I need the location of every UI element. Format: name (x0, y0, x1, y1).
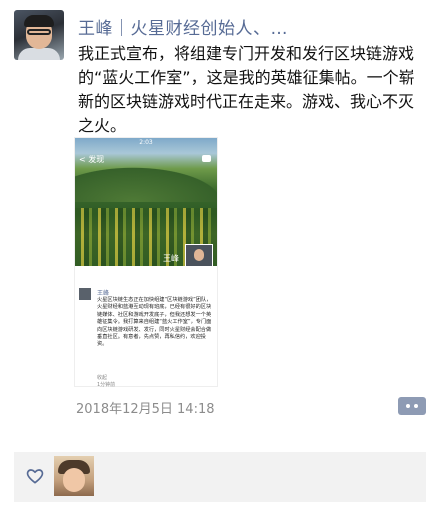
avatar-shirt (18, 48, 60, 60)
post-timestamp: 2018年12月5日 14:18 (76, 402, 215, 417)
inner-post-text: 火星区块链生态正在加快组建“区块链游戏”团队，火星财经和蓝港互动现有班底，已经有… (97, 297, 212, 348)
back-link: < 发现 (79, 155, 105, 164)
more-dots-icon[interactable] (398, 397, 426, 415)
avatar-glasses (27, 29, 51, 35)
author-avatar[interactable] (14, 10, 64, 60)
likes-bar (14, 452, 426, 502)
heart-outline-icon[interactable] (25, 466, 45, 486)
avatar-hair (24, 15, 54, 27)
inner-post-author: 王峰 (97, 290, 110, 297)
camera-icon (202, 155, 211, 162)
author-name[interactable]: 王峰｜火星财经创始人、… (78, 14, 288, 39)
inner-post-footer: 收起 1分钟前 (97, 374, 213, 388)
status-time: 2:03 (139, 139, 153, 146)
profile-avatar (185, 244, 213, 266)
post-text: 我正式宣布，将组建专门开发和发行区块链游戏的“蓝火工作室”，这是我的英雄征集帖。… (78, 44, 415, 135)
inner-post-time: 1分钟前 (97, 382, 116, 388)
inner-post-avatar (79, 288, 91, 300)
dot (406, 404, 410, 408)
inner-post-collapse: 收起 (97, 375, 108, 381)
hills-graphic (75, 162, 217, 202)
cover-photo: 2:03 < 发现 王峰 (75, 138, 217, 266)
liker-face (63, 468, 85, 492)
liker-avatar[interactable] (54, 456, 94, 496)
dot (414, 404, 418, 408)
profile-name: 王峰 (163, 254, 179, 263)
shared-image[interactable]: 2:03 < 发现 王峰 王峰 火星区块链生态正在加快组建“区块链游戏”团队，火… (75, 138, 217, 388)
